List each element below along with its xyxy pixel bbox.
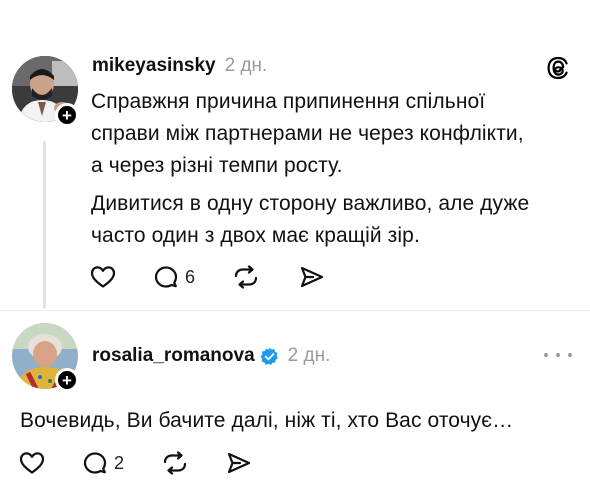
- reply-text: Вочевидь, Ви бачите далі, ніж ті, хто Ва…: [20, 409, 514, 432]
- post-divider: [0, 310, 590, 311]
- like-button[interactable]: [90, 265, 116, 289]
- heart-icon: [19, 452, 45, 474]
- repost-icon: [163, 451, 187, 475]
- send-icon: [227, 452, 251, 474]
- send-icon: [300, 266, 324, 288]
- follow-plus-button[interactable]: +: [55, 368, 79, 392]
- post-text: Справжня причина припинення спільної спр…: [91, 86, 581, 252]
- repost-icon: [234, 265, 258, 289]
- verified-badge-icon: [260, 347, 279, 366]
- post-header: mikeyasinsky 2 дн.: [92, 55, 267, 81]
- repost-button[interactable]: [161, 451, 189, 475]
- follow-plus-button[interactable]: +: [55, 103, 79, 127]
- more-options-icon[interactable]: [544, 349, 572, 361]
- comment-button[interactable]: 2: [82, 451, 124, 475]
- post-text-line: часто один з двох має кращій зір.: [91, 224, 420, 247]
- share-button[interactable]: [226, 451, 252, 475]
- comment-button[interactable]: 6: [153, 265, 195, 289]
- threads-logo-icon[interactable]: [546, 56, 570, 80]
- comment-icon: [154, 266, 178, 288]
- reply-username[interactable]: rosalia_romanova: [92, 345, 255, 367]
- post-text-line: а через різні темпи росту.: [91, 154, 343, 177]
- comment-count: 2: [114, 452, 125, 473]
- reply-header: rosalia_romanova 2 дн.: [92, 343, 330, 369]
- comment-icon: [83, 452, 107, 474]
- post-username[interactable]: mikeyasinsky: [92, 55, 216, 77]
- heart-icon: [90, 266, 116, 288]
- like-button[interactable]: [19, 451, 45, 475]
- reply-timestamp: 2 дн.: [287, 345, 331, 366]
- post-timestamp: 2 дн.: [224, 55, 268, 76]
- repost-button[interactable]: [232, 265, 260, 289]
- post-text-line: справи між партнерами не через конфлікти…: [91, 122, 524, 145]
- post-text-line: Справжня причина припинення спільної: [91, 90, 486, 113]
- thread-connector-line: [43, 141, 46, 309]
- comment-count: 6: [185, 266, 196, 287]
- post-text-line: Дивитися в одну сторону важливо, але дуж…: [91, 192, 530, 215]
- share-button[interactable]: [299, 265, 325, 289]
